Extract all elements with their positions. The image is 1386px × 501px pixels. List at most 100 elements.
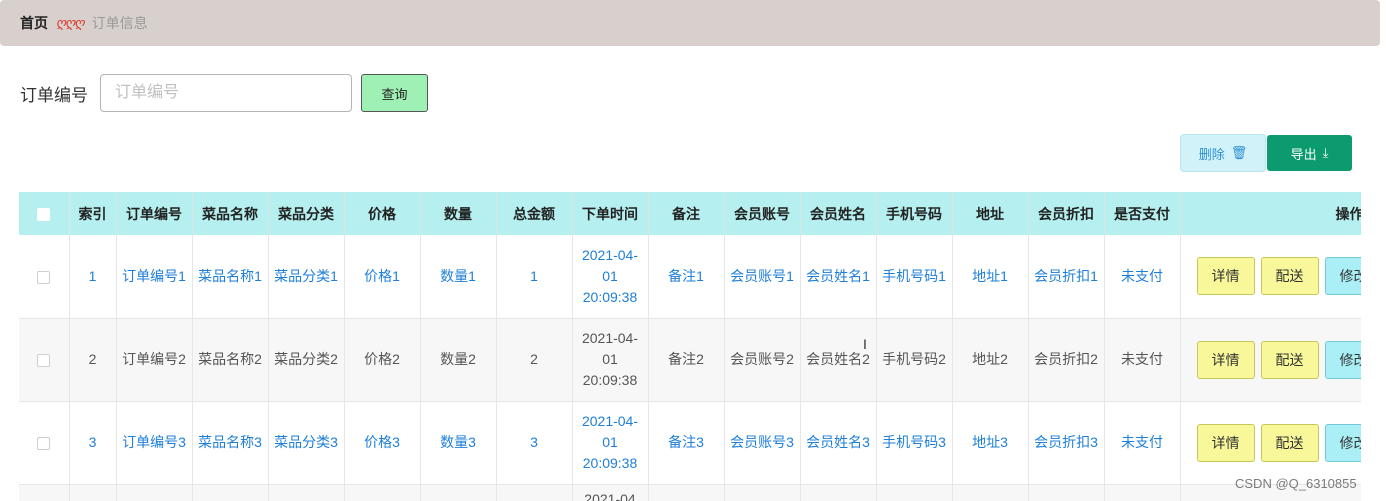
delete-label: 删除 <box>1198 146 1225 162</box>
orders-table: 索引 订单编号 菜品名称 菜品分类 价格 数量 总金额 下单时间 备注 会员账号… <box>19 192 1361 501</box>
detail-button[interactable]: 详情 <box>1196 257 1255 296</box>
column-header: 手机号码 <box>876 192 953 235</box>
cell-total: 3 <box>496 401 573 485</box>
deliver-button[interactable]: 配送 <box>1260 423 1319 462</box>
detail-button[interactable]: 详情 <box>1196 340 1255 379</box>
row-checkbox[interactable] <box>19 318 70 402</box>
column-header: 订单编号 <box>116 192 193 235</box>
column-header: 地址 <box>952 192 1029 235</box>
deliver-button[interactable]: 配送 <box>1260 340 1319 379</box>
cell-dish-name: 菜品名称3 <box>192 401 269 485</box>
column-header: 总金额 <box>496 192 573 235</box>
breadcrumb-current: 订单信息 <box>91 15 148 31</box>
search-bar: 订单编号 查询 <box>20 74 428 112</box>
cell-paid: 未支付 <box>1104 318 1181 402</box>
column-header: 索引 <box>69 192 117 235</box>
table-row: 2 订单编号2 菜品名称2 菜品分类2 价格2 数量2 2 2021-04-01… <box>19 318 1361 402</box>
column-header: 价格 <box>344 192 421 235</box>
cell-price: 价格2 <box>344 318 421 402</box>
cell-dish-name: 菜品名称1 <box>192 235 269 319</box>
cell-discount: 会员折扣1 <box>1028 235 1105 319</box>
select-all-checkbox[interactable] <box>19 192 70 235</box>
export-button[interactable]: 导出 ⤓ <box>1267 135 1352 171</box>
cell-member-name: 会员姓名2 <box>800 318 877 402</box>
cell-actions: 详情 配送 修改 <box>1180 401 1361 485</box>
cell-quantity: 数量3 <box>420 401 497 485</box>
edit-button[interactable]: 修改 <box>1324 423 1361 462</box>
cell-price: 价格3 <box>344 401 421 485</box>
cell-index: 3 <box>69 401 117 485</box>
search-label: 订单编号 <box>20 85 88 105</box>
edit-button[interactable]: 修改 <box>1324 257 1361 296</box>
cell-actions: 详情 配送 修改 <box>1180 318 1361 402</box>
cell-remark: 备注2 <box>648 318 725 402</box>
cell-discount: 会员折扣2 <box>1028 318 1105 402</box>
row-checkbox[interactable] <box>19 401 70 485</box>
cell-order-time: 2021-04-01 20:09:38 <box>572 401 649 485</box>
column-header: 数量 <box>420 192 497 235</box>
cell-address: 地址3 <box>952 401 1029 485</box>
column-header: 是否支付 <box>1104 192 1181 235</box>
watermark: CSDN @Q_6310855 <box>1235 476 1357 491</box>
column-header: 菜品分类 <box>268 192 345 235</box>
cell-address: 地址1 <box>952 235 1029 319</box>
cell-member-account: 会员账号1 <box>724 235 801 319</box>
cell-member-name: 会员姓名1 <box>800 235 877 319</box>
cell-discount: 会员折扣3 <box>1028 401 1105 485</box>
cell-member-name: 会员姓名3 <box>800 401 877 485</box>
cell-dish-category: 菜品分类2 <box>268 318 345 402</box>
search-input[interactable] <box>100 74 352 112</box>
cell-order-time: 2021-04-01 20:09:38 <box>572 235 649 319</box>
download-icon: ⤓ <box>1322 145 1329 160</box>
export-label: 导出 <box>1290 146 1317 162</box>
table-row: 1 订单编号1 菜品名称1 菜品分类1 价格1 数量1 1 2021-04-01… <box>19 235 1361 319</box>
breadcrumb: 首页 ღღღ 订单信息 <box>0 0 1380 46</box>
query-button[interactable]: 查询 <box>361 74 428 112</box>
cell-phone: 手机号码2 <box>876 318 953 402</box>
cell-paid: 未支付 <box>1104 235 1181 319</box>
cell-order-no: 订单编号1 <box>116 235 193 319</box>
edit-button[interactable]: 修改 <box>1324 340 1361 379</box>
cell-order-time: 2021-04-01 20:09:38 <box>572 318 649 402</box>
table-header-row: 索引 订单编号 菜品名称 菜品分类 价格 数量 总金额 下单时间 备注 会员账号… <box>19 192 1361 235</box>
deliver-button[interactable]: 配送 <box>1260 257 1319 296</box>
text-cursor-icon: I <box>863 336 867 352</box>
cell-quantity: 数量1 <box>420 235 497 319</box>
cell-quantity: 数量2 <box>420 318 497 402</box>
cell-total: 1 <box>496 235 573 319</box>
cell-address: 地址2 <box>952 318 1029 402</box>
column-header: 下单时间 <box>572 192 649 235</box>
cell-dish-name: 菜品名称2 <box>192 318 269 402</box>
cell-member-account: 会员账号3 <box>724 401 801 485</box>
cell-dish-category: 菜品分类3 <box>268 401 345 485</box>
cell-index: 2 <box>69 318 117 402</box>
table-row: 2021-04 <box>19 484 1361 501</box>
trash-icon: 🗑︎ <box>1230 145 1248 160</box>
breadcrumb-separator: ღღღ <box>56 15 85 30</box>
cell-remark: 备注1 <box>648 235 725 319</box>
cell-index: 1 <box>69 235 117 319</box>
detail-button[interactable]: 详情 <box>1196 423 1255 462</box>
cell-remark: 备注3 <box>648 401 725 485</box>
delete-button[interactable]: 删除 🗑︎ <box>1180 134 1266 172</box>
row-checkbox[interactable] <box>19 235 70 319</box>
breadcrumb-home[interactable]: 首页 <box>20 13 48 33</box>
cell-phone: 手机号码3 <box>876 401 953 485</box>
column-header: 会员账号 <box>724 192 801 235</box>
cell-dish-category: 菜品分类1 <box>268 235 345 319</box>
column-header: 会员折扣 <box>1028 192 1105 235</box>
cell-order-no: 订单编号3 <box>116 401 193 485</box>
table-row: 3 订单编号3 菜品名称3 菜品分类3 价格3 数量3 3 2021-04-01… <box>19 401 1361 485</box>
cell-phone: 手机号码1 <box>876 235 953 319</box>
column-header: 菜品名称 <box>192 192 269 235</box>
cell-total: 2 <box>496 318 573 402</box>
cell-member-account: 会员账号2 <box>724 318 801 402</box>
cell-order-no: 订单编号2 <box>116 318 193 402</box>
column-header: 备注 <box>648 192 725 235</box>
column-header-actions: 操作 <box>1180 192 1361 235</box>
cell-order-time: 2021-04 <box>572 484 649 501</box>
main-content: 订单编号 查询 删除 🗑︎ 导出 ⤓ 索引 订单编号 菜品名称 <box>2 52 1382 501</box>
column-header: 会员姓名 <box>800 192 877 235</box>
cell-actions: 详情 配送 修改 <box>1180 235 1361 319</box>
cell-paid: 未支付 <box>1104 401 1181 485</box>
